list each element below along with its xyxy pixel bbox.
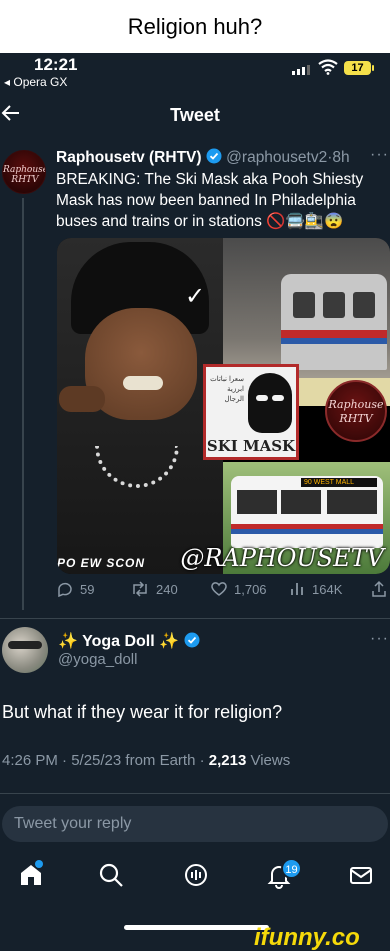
raphouse-logo: Raphouse RHTV bbox=[325, 380, 387, 442]
hand-mic-shape bbox=[59, 386, 105, 412]
yoga-doll-avatar[interactable] bbox=[2, 627, 48, 673]
home-indicator bbox=[124, 925, 269, 930]
status-bar: 12:21 ◂ Opera GX 17 bbox=[0, 53, 390, 93]
status-time: 12:21 bbox=[34, 55, 78, 74]
back-to-app-link[interactable]: ◂ Opera GX bbox=[4, 75, 67, 89]
sparkle-emoji: ✨ bbox=[159, 633, 180, 650]
new-content-dot bbox=[35, 860, 43, 868]
thread-line bbox=[22, 198, 24, 610]
heart-icon bbox=[211, 582, 227, 596]
quoted-tweet-text: BREAKING: The Ski Mask aka Pooh Shiesty … bbox=[56, 171, 364, 230]
quoted-author-handle[interactable]: @raphousetv2 bbox=[226, 149, 327, 166]
retweet-button[interactable]: 240 bbox=[130, 580, 178, 598]
sparkle-emoji: ✨ bbox=[58, 633, 78, 650]
tweet-timestamp: 4:26 PM · 5/25/23 from Earth · bbox=[2, 752, 209, 769]
wifi-icon bbox=[318, 59, 338, 75]
logo-text-bottom: RHTV bbox=[339, 412, 373, 425]
verified-badge-icon bbox=[184, 632, 199, 648]
more-options-icon[interactable]: ··· bbox=[370, 146, 389, 164]
retweet-count: 240 bbox=[156, 581, 178, 597]
views-button[interactable]: 164K bbox=[288, 580, 342, 598]
signal-icon bbox=[292, 65, 310, 75]
reply-count: 59 bbox=[80, 581, 95, 597]
tweet-meta: 4:26 PM · 5/25/23 from Earth · 2,213 Vie… bbox=[2, 752, 290, 769]
bottom-tab-bar bbox=[0, 852, 390, 902]
ski-card-arabic-text: سعرا نباتات ابرزية الرجال bbox=[210, 376, 244, 403]
reply-icon bbox=[58, 582, 72, 598]
tweet-text: But what if they wear it for religion? bbox=[2, 702, 283, 722]
reply-button[interactable]: 59 bbox=[56, 580, 94, 598]
avatar-logo-text-top: Raphouse bbox=[3, 165, 46, 175]
spaces-icon[interactable] bbox=[181, 860, 211, 890]
train-shape bbox=[281, 274, 387, 370]
battery-indicator: 17 bbox=[344, 61, 374, 75]
like-count: 1,706 bbox=[234, 581, 267, 597]
notifications-badge: 19 bbox=[281, 858, 302, 879]
tweet-actions-bar: 59 240 1,706 164K bbox=[56, 580, 390, 602]
reply-input[interactable]: Tweet your reply bbox=[2, 806, 388, 842]
nike-logo-icon: ✓ bbox=[185, 283, 206, 310]
author-handle[interactable]: @yoga_doll bbox=[58, 651, 137, 668]
author-name[interactable]: ✨ Yoga Doll ✨ bbox=[58, 631, 200, 651]
ski-card-label: SKI MASK bbox=[206, 437, 296, 455]
divider bbox=[0, 618, 390, 619]
retweet-icon bbox=[133, 581, 147, 597]
chain-shape bbox=[95, 446, 179, 488]
like-button[interactable]: 1,706 bbox=[210, 580, 267, 598]
page-title: Tweet bbox=[170, 105, 220, 125]
media-rapper-photo: ✓ PO EW SCON bbox=[57, 238, 223, 574]
bus-destination-sign: 90 WEST MALL bbox=[301, 478, 377, 487]
share-icon[interactable] bbox=[370, 580, 388, 598]
bus-shape: 90 WEST MALL bbox=[231, 476, 383, 548]
views-label: Views bbox=[246, 752, 291, 769]
messages-icon[interactable] bbox=[346, 860, 376, 890]
raphousetv-avatar[interactable]: Raphouse RHTV bbox=[2, 150, 46, 194]
media-watermark: @RAPHOUSETV bbox=[180, 544, 384, 572]
ski-mask-head-icon bbox=[248, 373, 292, 433]
meme-caption: Religion huh? bbox=[0, 0, 390, 53]
avatar-logo-text-bottom: RHTV bbox=[11, 175, 39, 185]
ski-mask-card: سعرا نباتات ابرزية الرجال SKI MASK bbox=[203, 364, 299, 460]
mouth-shape bbox=[123, 376, 163, 390]
search-icon[interactable] bbox=[96, 860, 126, 890]
tweet-header: Tweet bbox=[0, 93, 390, 137]
verified-badge-icon bbox=[206, 148, 222, 164]
logo-text-top: Raphouse bbox=[328, 398, 384, 411]
more-options-icon[interactable]: ··· bbox=[370, 630, 389, 648]
quoted-tweet-time: 8h bbox=[332, 149, 350, 166]
divider bbox=[0, 793, 390, 794]
tweet-views-count[interactable]: 2,213 bbox=[209, 752, 247, 769]
quoted-author-name[interactable]: Raphousetv (RHTV) bbox=[56, 149, 202, 166]
tweet-media-image[interactable]: ✓ PO EW SCON 90 WEST MALL سعرا نباتات اب… bbox=[57, 238, 390, 574]
author-name-text: Yoga Doll bbox=[82, 633, 155, 650]
views-chart-icon bbox=[291, 583, 303, 595]
ifunny-watermark: ifunny.co bbox=[254, 924, 360, 951]
view-count: 164K bbox=[312, 581, 343, 597]
quoted-tweet-header: Raphousetv (RHTV) @raphousetv2·8h bbox=[56, 148, 350, 166]
